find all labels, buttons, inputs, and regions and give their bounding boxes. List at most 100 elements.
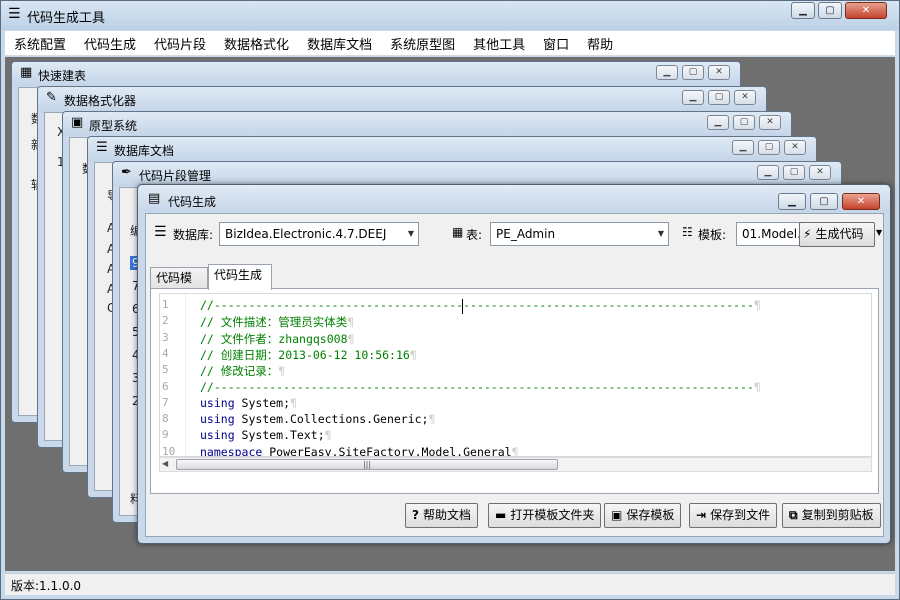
close-button[interactable]: ✕ xyxy=(845,2,887,19)
app-stack-icon: ☰ xyxy=(8,6,21,22)
code-text: PowerEasy.SiteFactory.Model.General xyxy=(262,444,512,457)
template-select[interactable]: 01.Model. xyxy=(736,222,800,246)
code-line: //--------------------------------------… xyxy=(200,380,761,394)
minimize-button[interactable]: ▁ xyxy=(707,115,729,130)
window-title: 原型系统 xyxy=(89,119,138,133)
minimize-button[interactable]: ▁ xyxy=(791,2,815,19)
menu-system-config[interactable]: 系统配置 xyxy=(5,34,75,53)
window-title-bar[interactable]: ▤ 代码生成 ▁ ▢ ✕ xyxy=(138,185,890,212)
window-title: 代码生成 xyxy=(168,195,217,209)
pilcrow-icon: ¶ xyxy=(347,315,355,330)
minimize-button[interactable]: ▁ xyxy=(757,165,779,180)
close-button[interactable]: ✕ xyxy=(784,140,806,155)
horizontal-scrollbar[interactable]: ◀ ||| xyxy=(159,457,872,472)
pilcrow-icon: ¶ xyxy=(347,331,355,346)
copy-to-clipboard-button[interactable]: ⧉ 复制到剪贴板 xyxy=(782,503,881,528)
pilcrow-icon: ¶ xyxy=(428,412,436,427)
comment-text: // 修改记录： xyxy=(200,364,279,379)
line-number-gutter: 1 2 3 4 5 6 7 8 9 10 xyxy=(160,294,186,456)
table-select[interactable]: PE_Admin ▼ xyxy=(490,222,669,246)
maximize-button[interactable]: ▢ xyxy=(783,165,805,180)
window-code-generation[interactable]: ▤ 代码生成 ▁ ▢ ✕ ☰ 数据库: BizIdea.Electronic.4… xyxy=(137,184,891,544)
keyword-text: using xyxy=(200,428,235,443)
close-button[interactable]: ✕ xyxy=(734,90,756,105)
minimize-button[interactable]: ▁ xyxy=(656,65,678,80)
pilcrow-icon: ¶ xyxy=(753,379,761,394)
layout-icon: ▣ xyxy=(71,115,84,130)
line-number: 6 xyxy=(162,379,169,393)
tab-code-generation[interactable]: 代码生成 xyxy=(208,264,272,290)
code-line: namespace PowerEasy.SiteFactory.Model.Ge… xyxy=(200,444,519,457)
menu-window[interactable]: 窗口 xyxy=(534,34,578,53)
menu-help[interactable]: 帮助 xyxy=(578,34,622,53)
main-window: ☰ 代码生成工具 ▁ ▢ ✕ 系统配置 代码生成 代码片段 数据格式化 数据库文… xyxy=(0,0,900,600)
tab-code-template[interactable]: 代码模板 xyxy=(150,267,208,305)
open-template-folder-button[interactable]: ▬ 打开模板文件夹 xyxy=(488,503,602,528)
generate-code-button[interactable]: ⚡ 生成代码 xyxy=(799,222,875,247)
maximize-button[interactable]: ▢ xyxy=(810,193,838,210)
main-title-bar[interactable]: ☰ 代码生成工具 ▁ ▢ ✕ xyxy=(1,1,899,30)
chevron-down-icon: ▼ xyxy=(407,229,414,238)
window-title: 快速建表 xyxy=(38,69,87,83)
code-line: //--------------------------------------… xyxy=(200,298,761,312)
scroll-left-icon[interactable]: ◀ xyxy=(162,459,168,468)
comment-text: // 文件描述：管理员实体类 xyxy=(200,315,348,330)
window-title-bar[interactable]: ☰ 数据库文档 ▁ ▢ ✕ xyxy=(88,137,816,161)
close-button[interactable]: ✕ xyxy=(842,193,880,210)
maximize-button[interactable]: ▢ xyxy=(733,115,755,130)
close-button[interactable]: ✕ xyxy=(759,115,781,130)
resize-grip-icon[interactable]: ⋰⋰ xyxy=(11,577,892,593)
menu-data-format[interactable]: 数据格式化 xyxy=(215,34,298,53)
maximize-button[interactable]: ▢ xyxy=(818,2,842,19)
pilcrow-icon: ¶ xyxy=(278,364,286,379)
minimize-button[interactable]: ▁ xyxy=(732,140,754,155)
menu-code-gen[interactable]: 代码生成 xyxy=(75,34,145,53)
window-title-bar[interactable]: ✒ 代码片段管理 ▁ ▢ ✕ xyxy=(113,162,841,186)
window-title: 数据库文档 xyxy=(114,144,175,158)
line-number: 5 xyxy=(162,363,169,377)
stack-icon: ☰ xyxy=(96,140,108,155)
comment-text: //--------------------------------------… xyxy=(200,298,754,312)
template-label: 模板: xyxy=(698,228,727,242)
pin-icon: ✒ xyxy=(121,165,132,180)
help-doc-button[interactable]: ? 帮助文档 xyxy=(405,503,478,528)
close-button[interactable]: ✕ xyxy=(809,165,831,180)
code-line: // 文件描述：管理员实体类¶ xyxy=(200,314,354,330)
lightning-icon: ⚡ xyxy=(803,227,812,241)
line-number: 10 xyxy=(162,444,176,457)
pilcrow-icon: ¶ xyxy=(409,347,417,362)
menu-bar: 系统配置 代码生成 代码片段 数据格式化 数据库文档 系统原型图 其他工具 窗口… xyxy=(5,31,895,56)
window-title-bar[interactable]: ✎ 数据格式化器 ▁ ▢ ✕ xyxy=(38,87,766,111)
code-line: // 文件作者：zhangqs008¶ xyxy=(200,331,354,347)
menu-db-doc[interactable]: 数据库文档 xyxy=(298,34,381,53)
maximize-button[interactable]: ▢ xyxy=(758,140,780,155)
close-button[interactable]: ✕ xyxy=(708,65,730,80)
window-title-bar[interactable]: ▦ 快速建表 ▁ ▢ ✕ xyxy=(12,62,740,86)
save-to-file-button[interactable]: ⇥ 保存到文件 xyxy=(689,503,778,528)
folder-icon: ▬ xyxy=(495,508,507,522)
line-number: 8 xyxy=(162,412,169,426)
table-label: 表: xyxy=(466,228,483,242)
scroll-thumb[interactable]: ||| xyxy=(176,459,558,470)
status-bar: 版本:1.1.0.0 ⋰⋰ xyxy=(5,573,895,595)
maximize-button[interactable]: ▢ xyxy=(708,90,730,105)
minimize-button[interactable]: ▁ xyxy=(682,90,704,105)
copy-icon: ⧉ xyxy=(789,508,798,522)
menu-code-snippet[interactable]: 代码片段 xyxy=(145,34,215,53)
template-list-icon: ☷ xyxy=(682,225,693,239)
save-template-button[interactable]: ▣ 保存模板 xyxy=(604,503,682,528)
copy-to-clipboard-label: 复制到剪贴板 xyxy=(801,508,874,522)
code-editor[interactable]: 1 2 3 4 5 6 7 8 9 10 //--------------------------… xyxy=(159,293,872,457)
maximize-button[interactable]: ▢ xyxy=(682,65,704,80)
question-icon: ? xyxy=(412,508,419,522)
generate-dropdown-icon[interactable]: ▼ xyxy=(876,228,882,237)
window-title-bar[interactable]: ▣ 原型系统 ▁ ▢ ✕ xyxy=(63,112,791,136)
code-text: System.Text; xyxy=(234,428,325,443)
menu-prototype[interactable]: 系统原型图 xyxy=(381,34,464,53)
database-select[interactable]: BizIdea.Electronic.4.7.DEEJ ▼ xyxy=(219,222,419,246)
code-text: System.Collections.Generic; xyxy=(234,412,429,427)
pilcrow-icon: ¶ xyxy=(511,444,519,457)
window-title: 代码片段管理 xyxy=(139,169,212,183)
minimize-button[interactable]: ▁ xyxy=(778,193,806,210)
menu-other-tools[interactable]: 其他工具 xyxy=(464,34,534,53)
